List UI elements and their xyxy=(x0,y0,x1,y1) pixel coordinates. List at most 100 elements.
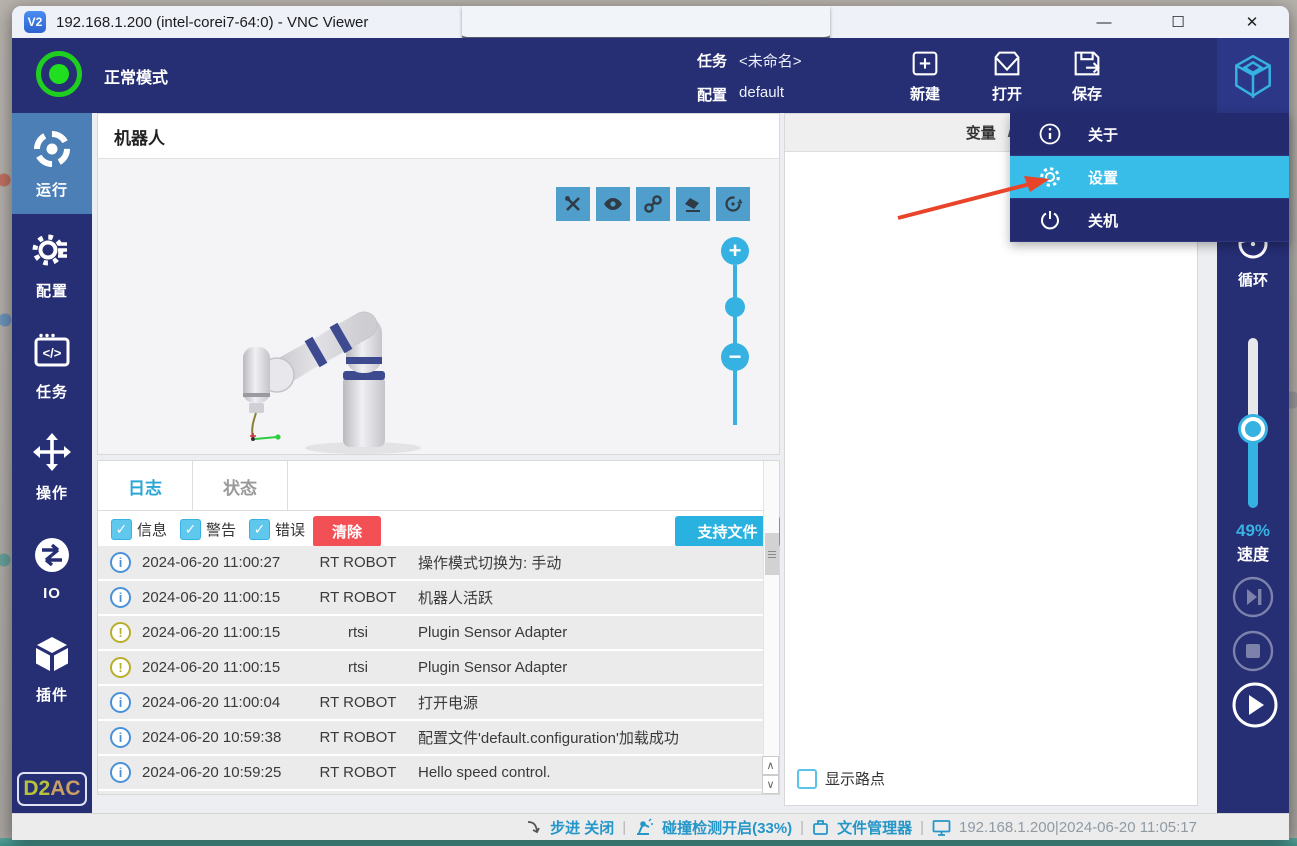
scrollbar-handle[interactable] xyxy=(765,533,779,575)
log-source: rtsi xyxy=(308,659,408,676)
minimize-button[interactable]: — xyxy=(1081,7,1127,37)
filter-label: 警告 xyxy=(206,519,236,540)
log-row[interactable]: i ! 2024-06-20 11:00:15 RT ROBOT 机器人活跃 xyxy=(98,581,779,614)
sidebar-item-config[interactable]: 配置 xyxy=(12,214,92,315)
robot-status-indicator[interactable] xyxy=(36,51,82,97)
vnc-collapsed-toolbar[interactable] xyxy=(462,6,830,42)
scroll-up-button[interactable]: ∧ xyxy=(762,756,779,775)
zoom-out-button[interactable]: − xyxy=(721,343,749,371)
mode-label: 正常模式 xyxy=(104,38,168,113)
brand-menu-button[interactable] xyxy=(1217,38,1289,113)
log-row[interactable]: i ! 2024-06-20 11:00:27 RT ROBOT 操作模式切换为… xyxy=(98,546,779,579)
vnc-viewer-window: V2 192.168.1.200 (intel-corei7-64:0) - V… xyxy=(12,6,1289,840)
open-icon xyxy=(990,46,1024,80)
eye-icon[interactable] xyxy=(596,187,630,221)
log-filter: ✓ 错误 xyxy=(249,519,305,540)
info-icon: i xyxy=(110,762,131,783)
speed-percent: 49% xyxy=(1217,521,1289,541)
info-icon: i xyxy=(110,727,131,748)
filter-checkbox[interactable]: ✓ xyxy=(180,519,201,540)
save-button[interactable]: 保存 xyxy=(1052,44,1122,108)
tab-log[interactable]: 日志 xyxy=(98,461,193,511)
scroll-down-button[interactable]: ∨ xyxy=(762,775,779,794)
speed-slider-thumb[interactable] xyxy=(1241,417,1265,441)
log-scrollbar[interactable] xyxy=(763,461,779,794)
log-row[interactable]: i ! 2024-06-20 10:59:25 RT ROBOT Load co… xyxy=(98,791,779,794)
log-filter: ✓ 警告 xyxy=(180,519,236,540)
log-row[interactable]: i ! 2024-06-20 11:00:15 rtsi Plugin Sens… xyxy=(98,616,779,649)
run-icon xyxy=(31,128,73,170)
log-filter: ✓ 信息 xyxy=(111,519,167,540)
step-arrow-icon xyxy=(526,819,542,835)
warning-icon: ! xyxy=(110,622,131,643)
sidebar-item-operate[interactable]: 操作 xyxy=(12,416,92,517)
step-forward-button[interactable] xyxy=(1231,575,1275,619)
d2ac-badge[interactable]: D2AC xyxy=(17,772,87,806)
play-button[interactable] xyxy=(1231,681,1275,725)
gear-icon xyxy=(1038,165,1062,189)
link-icon[interactable] xyxy=(636,187,670,221)
save-icon xyxy=(1070,46,1104,80)
tab-status[interactable]: 状态 xyxy=(193,461,288,511)
open-button[interactable]: 打开 xyxy=(972,44,1042,108)
new-task-button[interactable]: 新建 xyxy=(890,44,960,108)
log-time: 2024-06-20 11:00:15 xyxy=(142,659,280,676)
task-row: 任务 <未命名> xyxy=(697,50,802,71)
left-sidebar: 运行 配置 </> 任务 xyxy=(12,113,92,813)
speed-slider xyxy=(1217,338,1289,508)
show-waypoints-checkbox[interactable] xyxy=(797,769,817,789)
info-icon: i xyxy=(110,587,131,608)
robot-panel-title: 机器人 xyxy=(98,114,779,159)
clear-log-button[interactable]: 清除 xyxy=(313,516,381,547)
log-message: Plugin Sensor Adapter xyxy=(418,659,749,676)
filter-checkbox[interactable]: ✓ xyxy=(249,519,270,540)
plugin-icon xyxy=(31,633,73,675)
show-waypoints-label: 显示路点 xyxy=(825,768,885,789)
info-icon xyxy=(1038,122,1062,146)
info-icon: i xyxy=(110,692,131,713)
log-source: RT ROBOT xyxy=(308,694,408,711)
warning-icon: ! xyxy=(110,657,131,678)
sidebar-item-run[interactable]: 运行 xyxy=(12,113,92,214)
file-manager-link[interactable]: 文件管理器 xyxy=(837,817,912,838)
menu-item-settings[interactable]: 设置 xyxy=(1010,156,1289,199)
app-header: 正常模式 任务 <未命名> 配置 default 新建 打开 xyxy=(12,38,1289,113)
filter-checkbox[interactable]: ✓ xyxy=(111,519,132,540)
robot-arm-image xyxy=(213,297,423,457)
zoom-slider-thumb[interactable] xyxy=(725,297,745,317)
close-button[interactable]: ✕ xyxy=(1229,7,1275,37)
svg-text:</>: </> xyxy=(43,345,62,360)
log-message: 打开电源 xyxy=(418,692,749,713)
sidebar-item-task[interactable]: </> 任务 xyxy=(12,315,92,416)
collision-status[interactable]: 碰撞检测开启(33%) xyxy=(662,817,792,838)
move-icon xyxy=(31,431,73,473)
new-task-icon xyxy=(908,46,942,80)
rotate-icon[interactable] xyxy=(716,187,750,221)
log-row[interactable]: i ! 2024-06-20 10:59:38 RT ROBOT 配置文件'de… xyxy=(98,721,779,754)
zoom-control: + − xyxy=(720,237,750,467)
sidebar-item-plugin[interactable]: 插件 xyxy=(12,618,92,719)
sidebar-item-io[interactable]: IO xyxy=(12,517,92,618)
log-time: 2024-06-20 11:00:15 xyxy=(142,589,280,606)
robot-3d-view[interactable]: + − xyxy=(98,159,779,454)
eraser-icon[interactable] xyxy=(676,187,710,221)
log-source: rtsi xyxy=(308,624,408,641)
power-icon xyxy=(1038,208,1062,232)
robot-panel: 机器人 xyxy=(97,113,780,455)
stop-button[interactable] xyxy=(1231,629,1275,673)
brand-dropdown-menu: 关于 设置 关机 xyxy=(1010,113,1289,242)
maximize-button[interactable]: ☐ xyxy=(1155,7,1201,37)
tools-icon[interactable] xyxy=(556,187,590,221)
log-row[interactable]: i ! 2024-06-20 11:00:04 RT ROBOT 打开电源 xyxy=(98,686,779,719)
monitor-icon xyxy=(932,819,951,836)
log-source: RT ROBOT xyxy=(308,554,408,571)
menu-item-about[interactable]: 关于 xyxy=(1010,113,1289,156)
log-panel: 日志 状态 ✓ 信息 ✓ 警告 ✓ 错误 清除 支持文件 xyxy=(97,460,780,795)
zoom-in-button[interactable]: + xyxy=(721,237,749,265)
log-row[interactable]: i ! 2024-06-20 11:00:15 rtsi Plugin Sens… xyxy=(98,651,779,684)
step-status[interactable]: 步进 关闭 xyxy=(550,817,614,838)
log-list: i ! 2024-06-20 11:00:27 RT ROBOT 操作模式切换为… xyxy=(98,546,779,794)
menu-item-shutdown[interactable]: 关机 xyxy=(1010,199,1289,242)
log-row[interactable]: i ! 2024-06-20 10:59:25 RT ROBOT Hello s… xyxy=(98,756,779,789)
status-green-dot xyxy=(49,64,69,84)
